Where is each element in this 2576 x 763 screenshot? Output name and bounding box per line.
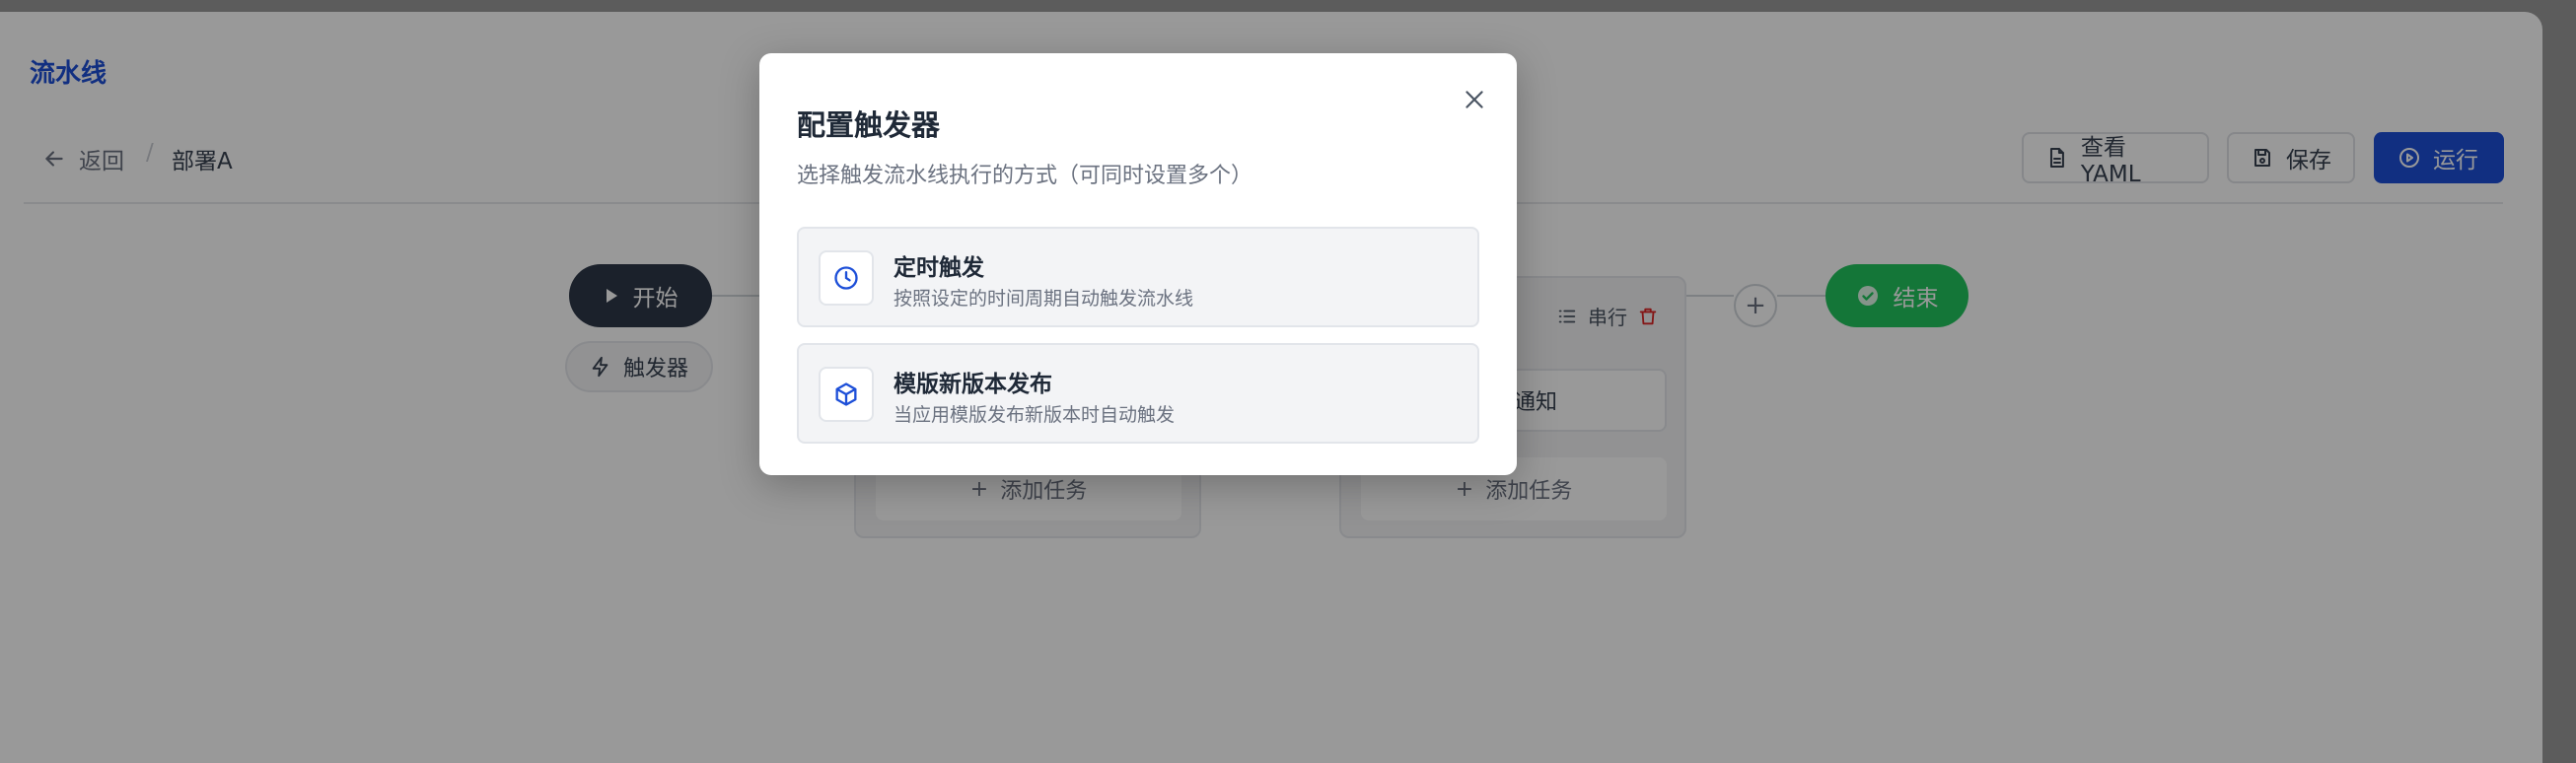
option-title: 定时触发 xyxy=(894,255,984,281)
close-icon xyxy=(1466,91,1483,108)
modal-subtitle: 选择触发流水线执行的方式（可同时设置多个） xyxy=(797,164,1253,188)
option-description: 当应用模版发布新版本时自动触发 xyxy=(894,404,1176,426)
modal-title: 配置触发器 xyxy=(797,108,941,142)
option-template-release-trigger[interactable]: 模版新版本发布 当应用模版发布新版本时自动触发 xyxy=(797,343,1479,444)
clock-icon xyxy=(834,266,858,290)
cube-icon xyxy=(835,382,857,406)
option-schedule-trigger[interactable]: 定时触发 按照设定的时间周期自动触发流水线 xyxy=(797,227,1479,327)
option-description: 按照设定的时间周期自动触发流水线 xyxy=(894,288,1194,310)
trigger-config-modal: 配置触发器 选择触发流水线执行的方式（可同时设置多个） 定时触发 按照设定的时间… xyxy=(759,53,1517,475)
option-icon-box xyxy=(819,250,874,306)
option-title: 模版新版本发布 xyxy=(894,372,1052,397)
option-icon-box xyxy=(819,367,874,422)
close-button[interactable] xyxy=(1458,83,1491,116)
